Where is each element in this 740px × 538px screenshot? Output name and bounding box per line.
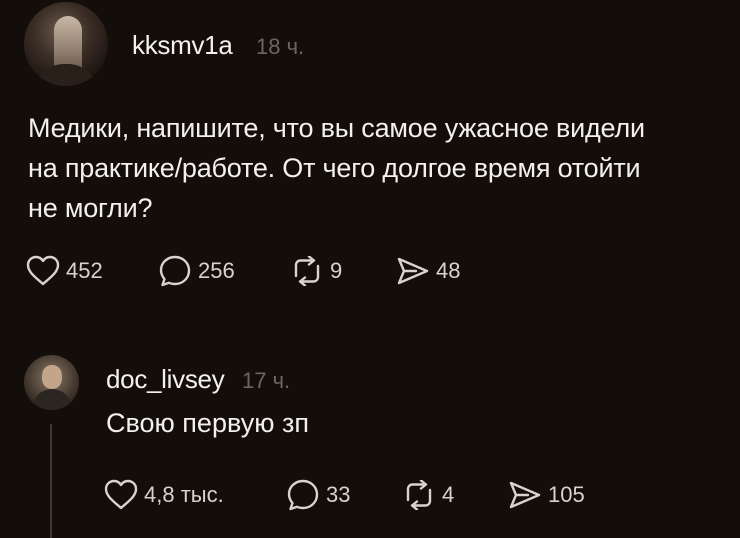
heart-icon — [104, 479, 138, 510]
post-timestamp: 18 ч. — [256, 34, 305, 59]
avatar-face — [42, 365, 62, 389]
repost-icon — [406, 480, 432, 510]
repost-icon — [294, 256, 320, 286]
post-author-avatar[interactable] — [24, 2, 108, 86]
post-author-username[interactable]: kksmv1a — [132, 30, 233, 61]
post-repost-button[interactable]: 9 — [290, 256, 342, 286]
reply-author-username[interactable]: doc_livsey — [106, 364, 225, 395]
post-like-count: 452 — [66, 258, 103, 283]
thread-line — [50, 424, 52, 538]
reply-timestamp: 17 ч. — [242, 368, 291, 393]
post-comment-count: 256 — [198, 258, 235, 283]
reply-repost-count: 4 — [442, 482, 455, 507]
post-body-line: Медики, напишите, что вы самое ужасное в… — [28, 113, 645, 143]
reply-like-count: 4,8 тыс. — [144, 482, 224, 507]
reply-like-button[interactable]: 4,8 тыс. — [104, 479, 224, 511]
send-icon — [509, 481, 541, 509]
avatar-body — [32, 389, 72, 410]
reply-share-count: 105 — [548, 482, 585, 507]
reply-share-button[interactable]: 105 — [508, 480, 585, 510]
post-body: Медики, напишите, что вы самое ужасное в… — [28, 108, 728, 228]
send-icon — [397, 257, 429, 285]
reply-body: Свою первую зп — [106, 408, 309, 438]
post-body-line: на практике/работе. От чего долгое время… — [28, 153, 641, 183]
post-share-button[interactable]: 48 — [396, 256, 460, 286]
reply-comment-count: 33 — [326, 482, 351, 507]
speech-bubble-icon — [287, 479, 319, 511]
post-repost-count: 9 — [330, 258, 343, 283]
reply-author-avatar[interactable] — [24, 355, 79, 410]
avatar-shoulder — [34, 64, 98, 86]
post-share-count: 48 — [436, 258, 461, 283]
post-body-line: не могли? — [28, 193, 153, 223]
reply-comment-button[interactable]: 33 — [286, 478, 350, 512]
reply-repost-button[interactable]: 4 — [402, 480, 454, 510]
heart-icon — [26, 255, 60, 286]
speech-bubble-icon — [159, 255, 191, 287]
post-like-button[interactable]: 452 — [26, 255, 103, 287]
post-comment-button[interactable]: 256 — [158, 254, 235, 288]
